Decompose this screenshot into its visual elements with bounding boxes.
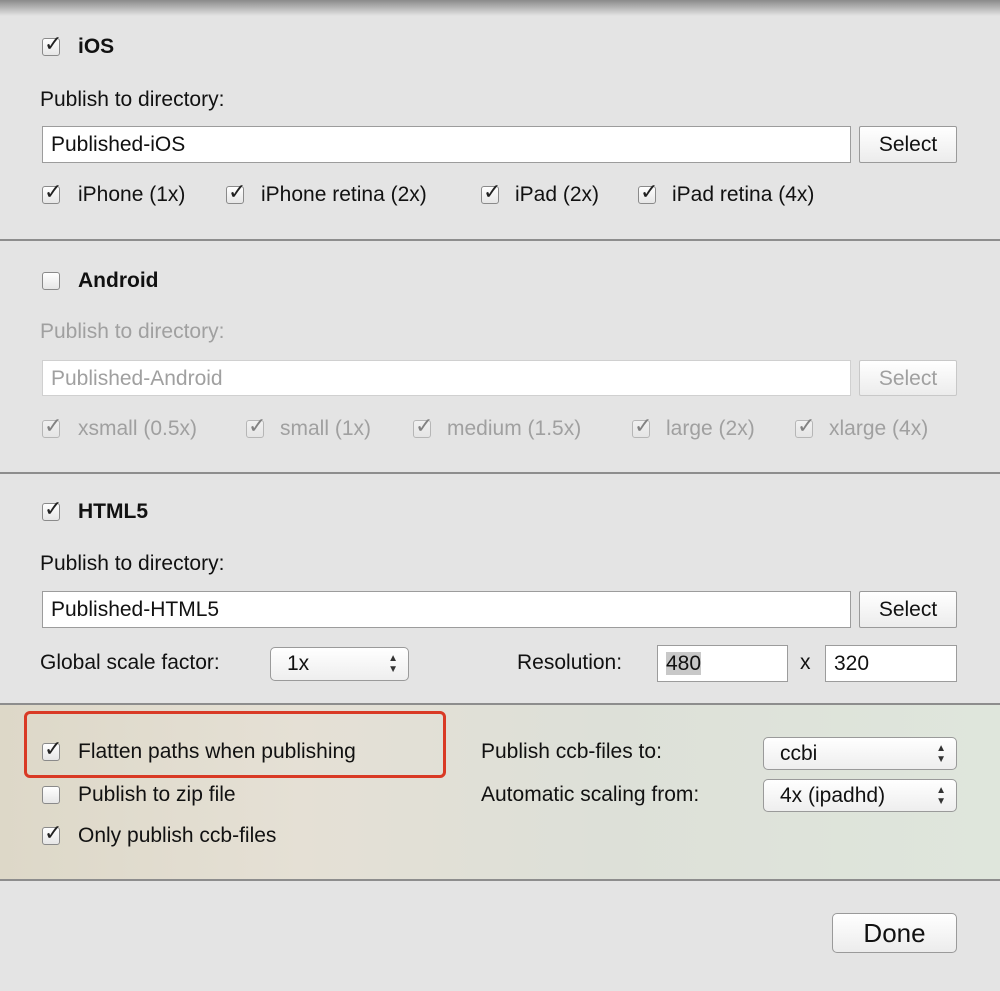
ipad-label: iPad (2x) bbox=[515, 183, 600, 206]
small-label: small (1x) bbox=[280, 417, 372, 440]
iphone-checkbox[interactable] bbox=[42, 179, 62, 205]
ccb-target-label: Publish ccb-files to: bbox=[481, 740, 662, 763]
android-label: Android bbox=[78, 269, 159, 292]
updown-arrows-icon: ▲ ▼ bbox=[936, 785, 946, 807]
scaling-label: Automatic scaling from: bbox=[481, 783, 700, 806]
xlarge-checkbox bbox=[795, 413, 815, 439]
scale-factor-popup[interactable]: 1x ▲ ▼ bbox=[270, 647, 409, 681]
only-ccb-label: Only publish ccb-files bbox=[78, 824, 277, 847]
updown-arrows-icon: ▲ ▼ bbox=[388, 653, 398, 675]
iphone-label: iPhone (1x) bbox=[78, 183, 186, 206]
divider bbox=[0, 239, 1000, 241]
ios-label: iOS bbox=[78, 35, 115, 58]
html5-dir-label: Publish to directory: bbox=[40, 552, 225, 575]
android-select-button: Select bbox=[859, 360, 957, 396]
html5-dir-input[interactable]: Published-HTML5 bbox=[42, 591, 851, 628]
scaling-popup[interactable]: 4x (ipadhd) ▲ ▼ bbox=[763, 779, 957, 812]
large-label: large (2x) bbox=[666, 417, 755, 440]
ipad-retina-checkbox[interactable] bbox=[638, 179, 658, 205]
resolution-height-input[interactable]: 320 bbox=[825, 645, 957, 682]
ccb-target-value: ccbi bbox=[780, 742, 818, 765]
window-shadow bbox=[0, 0, 1000, 16]
medium-label: medium (1.5x) bbox=[447, 417, 582, 440]
resolution-label: Resolution: bbox=[517, 651, 623, 674]
ios-checkbox[interactable] bbox=[42, 31, 62, 57]
html5-label: HTML5 bbox=[78, 500, 148, 523]
ipad-checkbox[interactable] bbox=[481, 179, 501, 205]
resolution-separator: x bbox=[800, 651, 811, 674]
ios-select-button[interactable]: Select bbox=[859, 126, 957, 163]
divider bbox=[0, 472, 1000, 474]
scaling-value: 4x (ipadhd) bbox=[780, 784, 886, 807]
ipad-retina-label: iPad retina (4x) bbox=[672, 183, 815, 206]
scale-factor-label: Global scale factor: bbox=[40, 651, 220, 674]
iphone-retina-checkbox[interactable] bbox=[226, 179, 246, 205]
xsmall-checkbox bbox=[42, 413, 62, 439]
android-dir-label: Publish to directory: bbox=[40, 320, 225, 343]
ccb-target-popup[interactable]: ccbi ▲ ▼ bbox=[763, 737, 957, 770]
small-checkbox bbox=[246, 413, 266, 439]
xlarge-label: xlarge (4x) bbox=[829, 417, 929, 440]
only-ccb-checkbox[interactable] bbox=[42, 820, 62, 846]
html5-select-button[interactable]: Select bbox=[859, 591, 957, 628]
flatten-checkbox[interactable] bbox=[42, 736, 62, 762]
html5-checkbox[interactable] bbox=[42, 496, 62, 522]
ios-dir-input[interactable]: Published-iOS bbox=[42, 126, 851, 163]
medium-checkbox bbox=[413, 413, 433, 439]
divider bbox=[0, 879, 1000, 881]
done-button[interactable]: Done bbox=[832, 913, 957, 953]
updown-arrows-icon: ▲ ▼ bbox=[936, 743, 946, 765]
scale-factor-value: 1x bbox=[287, 652, 310, 675]
zip-label: Publish to zip file bbox=[78, 783, 236, 806]
xsmall-label: xsmall (0.5x) bbox=[78, 417, 198, 440]
flatten-label: Flatten paths when publishing bbox=[78, 740, 356, 763]
android-checkbox[interactable] bbox=[42, 272, 60, 290]
resolution-width-input[interactable]: 480 bbox=[657, 645, 788, 682]
android-dir-input: Published-Android bbox=[42, 360, 851, 396]
large-checkbox bbox=[632, 413, 652, 439]
zip-checkbox[interactable] bbox=[42, 786, 60, 804]
iphone-retina-label: iPhone retina (2x) bbox=[261, 183, 427, 206]
ios-dir-label: Publish to directory: bbox=[40, 88, 225, 111]
resolution-width-value: 480 bbox=[666, 652, 702, 675]
